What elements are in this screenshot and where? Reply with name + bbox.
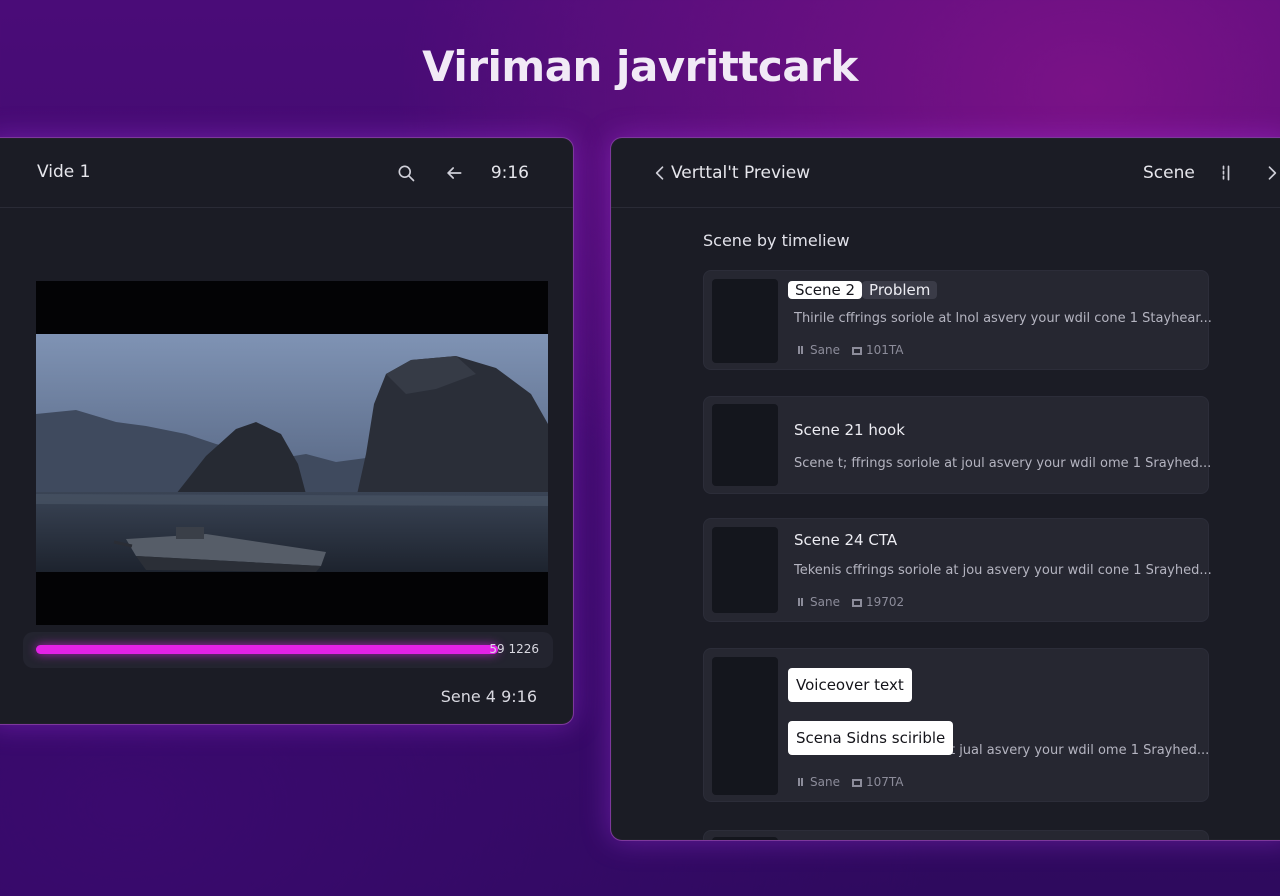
- playback-progress[interactable]: 59 1226: [23, 632, 553, 668]
- folder-icon: [851, 599, 862, 607]
- meta-duration: Sane: [796, 775, 840, 789]
- voiceover-text-label[interactable]: Voiceover text: [788, 668, 912, 702]
- aspect-ratio-label[interactable]: 9:16: [491, 163, 529, 183]
- scene-thumbnail: [712, 279, 778, 363]
- meta-text: Sane: [810, 775, 840, 789]
- video-header-actions: 9:16: [395, 138, 529, 208]
- preview-panel-header: Verttal't Preview Scene: [611, 138, 1280, 208]
- scene-card-description: at jual asvery your wdil ome 1 Srayhed..…: [942, 743, 1210, 758]
- chevron-right-icon[interactable]: [1261, 162, 1280, 184]
- meta-text: 107TA: [865, 775, 904, 789]
- scene-caption: Sene 4 9:16: [440, 687, 537, 706]
- folder-icon: [851, 347, 862, 355]
- section-title: Scene by timeliew: [703, 231, 850, 250]
- progress-track[interactable]: [36, 645, 498, 654]
- scene-card-voiceover[interactable]: Voiceover text at jual asvery your wdil …: [703, 648, 1209, 802]
- scene-number-pill: Scene 2: [788, 281, 863, 299]
- vertical-preview-panel: Verttal't Preview Scene Scene by timelie…: [610, 137, 1280, 841]
- app-title: Viriman javrittcark: [422, 42, 858, 91]
- clip-icon: [798, 778, 803, 786]
- scene-thumbnail: [712, 404, 778, 486]
- scene-card-partial[interactable]: S: [703, 830, 1209, 840]
- scene-type-label: Problem: [862, 281, 938, 299]
- video-player-panel: Vide 1 9:16 59 1226 Sene 4 9:16: [0, 137, 574, 725]
- scene-card-title: Scene 24 CTA: [794, 531, 898, 549]
- meta-tag: 107TA: [851, 775, 904, 789]
- video-preview[interactable]: [36, 281, 548, 625]
- split-icon[interactable]: [1215, 162, 1237, 184]
- scene-dropdown[interactable]: Scene: [1143, 163, 1195, 183]
- meta-text: 19702: [865, 595, 905, 609]
- scene-thumbnail: [712, 837, 778, 840]
- video-panel-header: Vide 1 9:16: [0, 138, 573, 208]
- scene-thumbnail: [712, 657, 778, 795]
- progress-time: 59 1226: [489, 642, 539, 656]
- scene-card-cta[interactable]: Scene 24 CTA Tekenis cffrings soriole at…: [703, 518, 1212, 622]
- chevron-left-icon[interactable]: [649, 162, 671, 184]
- video-title: Vide 1: [37, 162, 91, 182]
- scene-card-meta: Sane 107TA: [796, 775, 903, 789]
- clip-icon: [798, 598, 803, 606]
- scene-card-description: Tekenis cffrings soriole at jou asvery y…: [794, 563, 1212, 578]
- meta-text: Sane: [810, 595, 840, 609]
- preview-title: Verttal't Preview: [671, 163, 811, 183]
- scene-card-title: Scene 2 Problem: [788, 281, 938, 299]
- scene-card-description: Scene t; ffrings soriole at joul asvery …: [794, 456, 1212, 471]
- scene-card-meta: Sane 19702: [796, 595, 904, 609]
- search-icon[interactable]: [395, 162, 417, 184]
- scene-thumbnail: [712, 527, 778, 613]
- clip-icon: [798, 346, 803, 354]
- folder-icon: [851, 779, 862, 787]
- video-frame: [36, 334, 548, 572]
- progress-fill: [36, 645, 498, 654]
- scene-card-description: Thirile cffrings soriole at lnol asvery …: [794, 311, 1212, 326]
- scene-card-meta: Sane 101TA: [796, 343, 903, 357]
- scene-card-title: Scene 21 hook: [794, 421, 905, 439]
- scene-card-hook[interactable]: Scene 21 hook Scene t; ffrings soriole a…: [703, 396, 1212, 494]
- meta-text: Sane: [810, 343, 840, 357]
- scene-card-problem[interactable]: Scene 2 Problem Thirile cffrings soriole …: [703, 270, 1212, 370]
- arrow-left-icon[interactable]: [443, 162, 465, 184]
- scene-text-box[interactable]: Scena Sidns scirible: [788, 721, 954, 755]
- scene-card-title: S: [794, 839, 803, 840]
- meta-duration: Sane: [796, 595, 840, 609]
- meta-text: 101TA: [865, 343, 904, 357]
- meta-tag: 19702: [851, 595, 905, 609]
- meta-tag: 101TA: [851, 343, 904, 357]
- meta-duration: Sane: [796, 343, 840, 357]
